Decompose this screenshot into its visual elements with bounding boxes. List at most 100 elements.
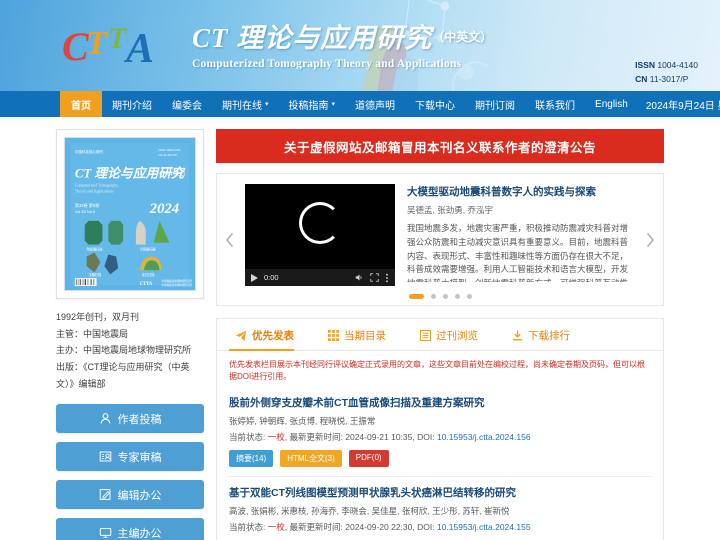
- carousel-prev-button[interactable]: [221, 225, 239, 255]
- article-doi-label: DOI:: [417, 522, 435, 532]
- nav-label: 首页: [71, 100, 91, 112]
- play-icon[interactable]: [251, 273, 258, 282]
- html-fulltext-badge[interactable]: HTML全文(3): [280, 450, 342, 467]
- journal-meta-supervisor: 主管：中国地震局: [56, 328, 129, 339]
- video-player[interactable]: 0:00: [245, 184, 395, 286]
- tab-archive-browse[interactable]: 过刊浏览: [414, 319, 492, 350]
- current-date: 2024年9月24日 星期二: [645, 100, 720, 112]
- nav-item-home[interactable]: 首页: [60, 91, 102, 117]
- editor-office-button[interactable]: 编辑办公: [56, 480, 204, 510]
- edit-icon: [99, 489, 110, 501]
- chevron-down-icon: ▾: [265, 101, 269, 108]
- journal-metadata: 1992年创刊，双月刊 主管：中国地震局 主办：中国地震局地球物理研究所 出版：…: [56, 309, 204, 392]
- article-status-label: 当前状态:: [229, 432, 266, 442]
- pdf-badge[interactable]: PDF(0): [348, 450, 389, 467]
- site-logo[interactable]: C T T A: [60, 14, 170, 74]
- paper-plane-icon: [235, 330, 247, 341]
- carousel-dot[interactable]: [430, 294, 436, 299]
- chief-editor-office-button[interactable]: 主编办公: [56, 518, 204, 540]
- carousel-slide: 0:00 大模型驱动地震科普数字人的实践与探索 吴德孟, 张劲勇, 乔泓宇 我国…: [245, 184, 635, 286]
- journal-cover-card[interactable]: 中国科技核心期刊 ISSN 1004-4140 CN 11-3017/P CT …: [56, 129, 204, 299]
- cn-value: 11-3017/P: [649, 74, 689, 85]
- journal-title-cn: CT 理论与应用研究（中英文）: [192, 23, 493, 53]
- svg-text:青铜器扫描: 青铜器扫描: [140, 247, 156, 252]
- featured-article-carousel: 0:00 大模型驱动地震科普数字人的实践与探索 吴德孟, 张劲勇, 乔泓宇 我国…: [216, 173, 664, 306]
- main-content: 关于虚假网站及邮箱冒用本刊名义联系作者的澄清公告 0:00 大模型驱动地震科普数…: [216, 129, 664, 540]
- article-title[interactable]: 基于双能CT列线图模型预测甲状腺乳头状癌淋巴结转移的研究: [229, 485, 651, 500]
- journal-cover-image: 中国科技核心期刊 ISSN 1004-4140 CN 11-3017/P CT …: [64, 137, 196, 291]
- notice-banner[interactable]: 关于虚假网站及邮箱冒用本刊名义联系作者的澄清公告: [216, 129, 664, 163]
- article-doi-value[interactable]: 10.15953/j.ctta.2024.155: [437, 522, 531, 532]
- nav-item-journal-online[interactable]: 期刊在线 ▾: [212, 91, 279, 117]
- carousel-dot[interactable]: [408, 294, 424, 299]
- nav-label: English: [595, 98, 628, 110]
- abstract-badge[interactable]: 摘要(14): [229, 450, 274, 467]
- journal-meta-publisher: 出版：《CT理论与应用研究（中英文）》编辑部: [56, 361, 190, 389]
- download-icon: [512, 330, 523, 341]
- sidebar: 中国科技核心期刊 ISSN 1004-4140 CN 11-3017/P CT …: [56, 129, 204, 540]
- article-tabs: 优先发表 当期目录 过刊浏览 下载排行: [217, 319, 663, 351]
- volume-icon[interactable]: [355, 273, 364, 282]
- issn-info: ISSN 1004-4140 CN 11-3017/P: [635, 58, 698, 87]
- carousel-article-authors: 吴德孟, 张劲勇, 乔泓宇: [407, 205, 493, 215]
- nav-item-submission-guide[interactable]: 投稿指南 ▾: [279, 91, 346, 117]
- article-update-label: 最新更新时间:: [289, 522, 343, 532]
- article-update-value: 2024-09-21 10:35: [345, 432, 413, 442]
- tab-download-ranking[interactable]: 下载排行: [506, 319, 584, 350]
- svg-text:2024: 2024: [149, 201, 179, 217]
- nav-label: 联系我们: [535, 100, 576, 112]
- nav-label: 投稿指南: [288, 100, 329, 112]
- article-doi-value[interactable]: 10.15953/j.ctta.2024.156: [437, 432, 531, 442]
- nav-item-journal-intro[interactable]: 期刊介绍: [102, 91, 162, 117]
- article-title[interactable]: 股前外侧穿支皮瓣术前CT血管成像扫描及重建方案研究: [229, 395, 651, 410]
- author-submission-button[interactable]: 作者投稿: [56, 404, 204, 434]
- video-loading-spinner: [299, 201, 341, 244]
- journal-meta-founded: 1992年创刊，双月刊: [56, 312, 140, 322]
- monitor-icon: [99, 528, 111, 539]
- expert-review-button[interactable]: 专家审稿: [56, 442, 204, 472]
- article-status-value: 一校: [267, 522, 285, 532]
- nav-label: 下载中心: [415, 100, 456, 112]
- nav-item-download-center[interactable]: 下载中心: [405, 91, 465, 117]
- svg-text:CN 11-3017/P: CN 11-3017/P: [159, 153, 177, 157]
- article-badges: 摘要(14) HTML全文(3) PDF(0): [229, 450, 651, 467]
- article-status-line: 当前状态: 一校, 最新更新时间: 2024-09-21 10:35, DOI:…: [229, 432, 531, 442]
- grid-icon: [328, 330, 339, 341]
- video-controls-bar: 0:00: [245, 269, 395, 286]
- tab-current-issue[interactable]: 当期目录: [322, 319, 400, 350]
- ctta-logo-icon: C T T A: [62, 22, 154, 72]
- article-status-label: 当前状态:: [229, 522, 266, 532]
- journal-title-paren: （中英文）: [432, 30, 493, 44]
- nav-item-english[interactable]: English: [585, 91, 638, 117]
- nav-item-subscription[interactable]: 期刊订阅: [465, 91, 525, 117]
- nav-item-ethics-statement[interactable]: 道德声明: [345, 91, 405, 117]
- carousel-dot[interactable]: [442, 294, 448, 299]
- article-status-line: 当前状态: 一校, 最新更新时间: 2024-09-20 22:30, DOI:…: [229, 522, 531, 532]
- svg-text:化石扫描: 化石扫描: [142, 272, 155, 277]
- carousel-article-title[interactable]: 大模型驱动地震科普数字人的实践与探索: [407, 184, 635, 199]
- review-icon: [99, 451, 111, 462]
- nav-label: 期刊在线: [222, 100, 262, 112]
- carousel-dot[interactable]: [466, 294, 472, 299]
- svg-text:陶瓷器扫描: 陶瓷器扫描: [87, 247, 103, 252]
- cn-label: CN: [635, 74, 648, 85]
- kebab-menu-icon[interactable]: [385, 273, 389, 283]
- tab-description-note: 优先发表栏目展示本刊经同行评议确定正式录用的文章，这些文章目前处在编校过程，尚未…: [229, 360, 645, 381]
- video-current-time: 0:00: [264, 273, 279, 282]
- page-body: 中国科技核心期刊 ISSN 1004-4140 CN 11-3017/P CT …: [0, 117, 720, 540]
- nav-label: 期刊订阅: [475, 100, 516, 112]
- journal-meta-organizer: 主办：中国地震局地球物理研究所: [56, 345, 192, 356]
- svg-text:T: T: [108, 22, 128, 55]
- nav-item-editorial-board[interactable]: 编委会: [162, 91, 212, 117]
- svg-text:ISSN 1004-4140: ISSN 1004-4140: [159, 148, 181, 152]
- carousel-article-info: 大模型驱动地震科普数字人的实践与探索 吴德孟, 张劲勇, 乔泓宇 我国地震多发，…: [407, 184, 635, 286]
- carousel-next-button[interactable]: [641, 225, 659, 255]
- nav-item-contact-us[interactable]: 联系我们: [525, 91, 585, 117]
- site-masthead: C T T A CT 理论与应用研究（中英文） Computerized Tom…: [0, 0, 720, 91]
- tab-priority-publication[interactable]: 优先发表: [229, 319, 308, 351]
- svg-text:T: T: [86, 25, 108, 62]
- chevron-left-icon: [225, 232, 234, 247]
- journal-title-en: Computerized Tomography Theory and Appli…: [192, 58, 462, 70]
- carousel-dot[interactable]: [454, 294, 460, 299]
- fullscreen-icon[interactable]: [370, 273, 379, 282]
